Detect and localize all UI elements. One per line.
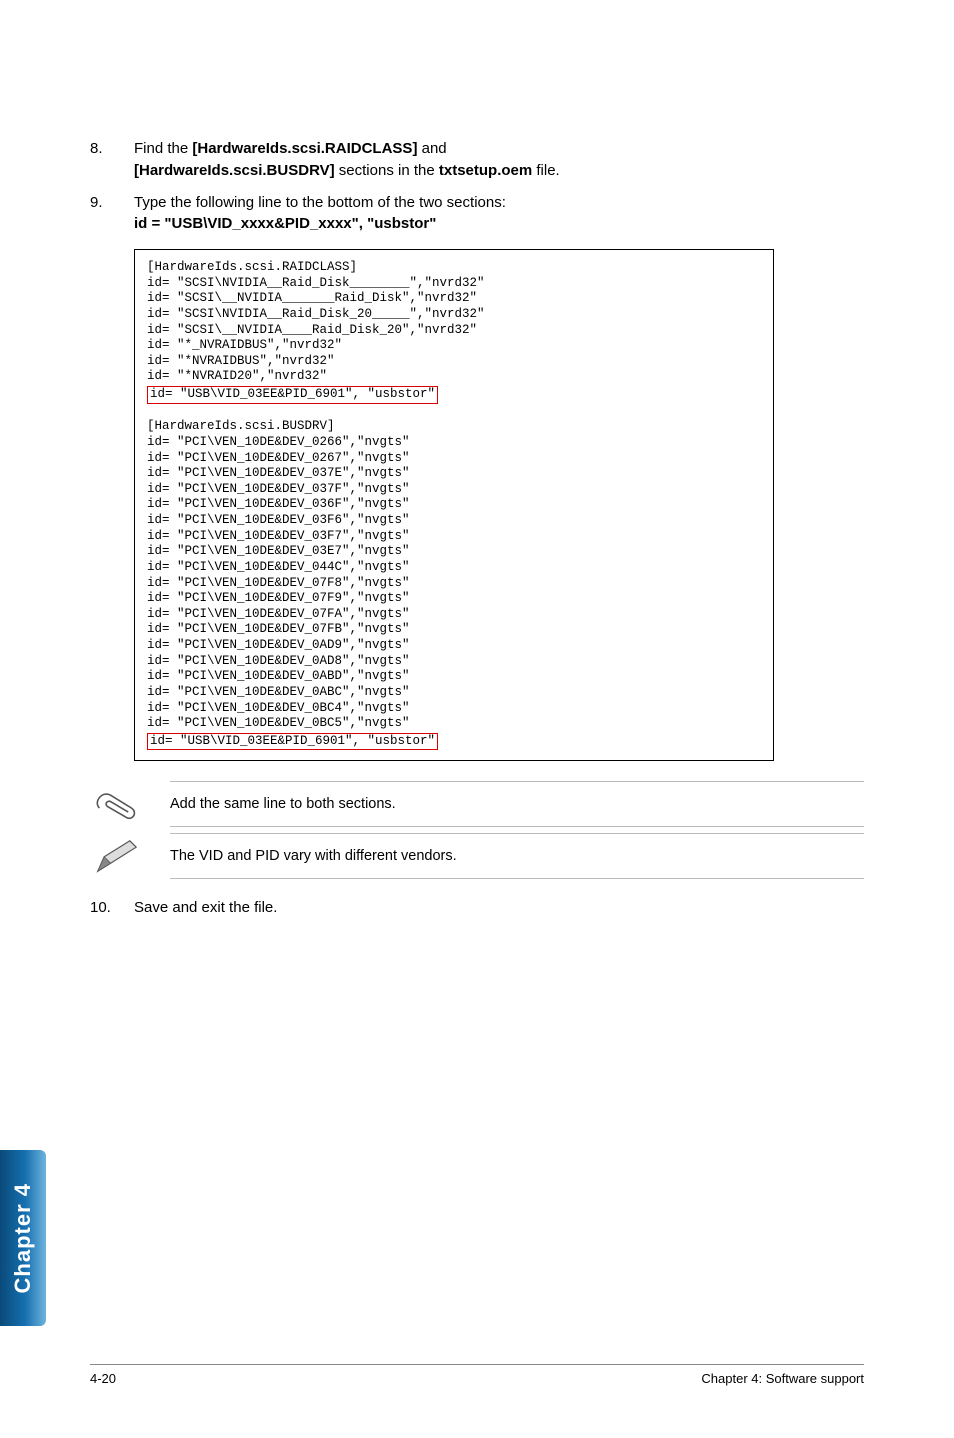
code-lines: [HardwareIds.scsi.BUSDRV] id= "PCI\VEN_1… [147,419,410,730]
chapter-tab: Chapter 4 [0,1150,46,1326]
pencil-icon [90,834,144,878]
step-number: 9. [90,192,134,236]
text: and [417,140,446,157]
notes-area: Add the same line to both sections. The … [90,781,864,879]
text: Type the following line to the bottom of… [134,194,506,211]
step-9: 9. Type the following line to the bottom… [90,192,864,236]
code-highlight: id= "USB\VID_03EE&PID_6901", "usbstor" [147,386,438,404]
step-number: 8. [90,138,134,182]
step-8: 8. Find the [HardwareIds.scsi.RAIDCLASS]… [90,138,864,182]
bold-text: txtsetup.oem [439,162,532,179]
page-footer: 4-20 Chapter 4: Software support [90,1364,864,1386]
note-text: Add the same line to both sections. [170,781,864,827]
bold-text: [HardwareIds.scsi.RAIDCLASS] [192,140,417,157]
note-row: The VID and PID vary with different vend… [90,833,864,879]
paperclip-icon [90,782,144,826]
step-body: Find the [HardwareIds.scsi.RAIDCLASS] an… [134,138,864,182]
bold-text: [HardwareIds.scsi.BUSDRV] [134,162,335,179]
step-body: Save and exit the file. [134,897,864,919]
bold-text: id = "USB\VID_xxxx&PID_xxxx", "usbstor" [134,215,436,232]
text: file. [532,162,560,179]
code-block: [HardwareIds.scsi.RAIDCLASS] id= "SCSI\N… [134,249,774,761]
text: Find the [134,140,192,157]
step-number: 10. [90,897,134,919]
step-body: Type the following line to the bottom of… [134,192,864,236]
code-highlight: id= "USB\VID_03EE&PID_6901", "usbstor" [147,733,438,751]
note-text: The VID and PID vary with different vend… [170,833,864,879]
chapter-tab-label: Chapter 4 [10,1183,36,1293]
step-10: 10. Save and exit the file. [90,897,864,919]
note-row: Add the same line to both sections. [90,781,864,827]
text: sections in the [335,162,439,179]
footer-chapter-title: Chapter 4: Software support [701,1371,864,1386]
code-lines: [HardwareIds.scsi.RAIDCLASS] id= "SCSI\N… [147,260,485,383]
page-number: 4-20 [90,1371,116,1386]
